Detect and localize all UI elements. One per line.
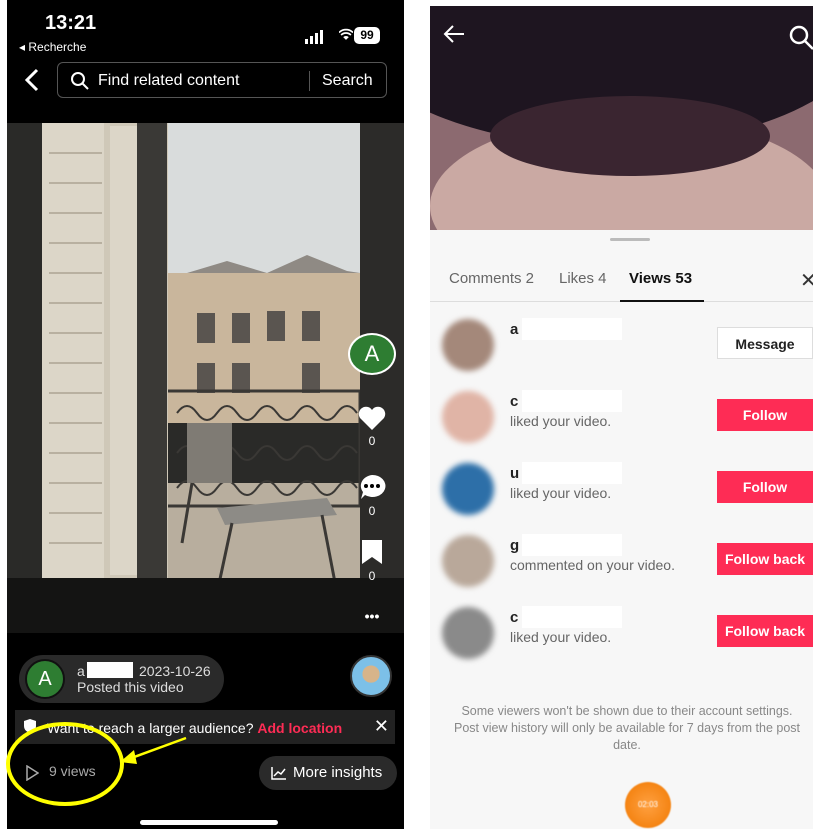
viewer-activity: liked your video.: [510, 629, 612, 645]
like-count: 0: [368, 434, 376, 448]
post-author-bar[interactable]: A a 2023-10-26 Posted this video: [19, 655, 224, 703]
viewer-activity: liked your video.: [510, 413, 612, 429]
save-button[interactable]: 0: [355, 538, 389, 583]
viewer-username: c: [510, 609, 519, 626]
floating-timer-button[interactable]: 02:03: [625, 782, 671, 828]
status-time: 13:21: [45, 12, 97, 34]
search-divider: [309, 71, 310, 91]
search-box[interactable]: Find related content Search: [57, 62, 387, 98]
video-player[interactable]: [7, 123, 404, 633]
highlight-circle: [6, 722, 124, 806]
back-arrow-icon[interactable]: [442, 24, 466, 44]
viewer-activity: liked your video.: [510, 485, 612, 501]
viewer-row[interactable]: c liked your video. Follow back: [430, 603, 813, 663]
viewer-row[interactable]: a Message: [430, 315, 813, 375]
redaction-box: [522, 534, 622, 556]
viewer-avatar[interactable]: [442, 535, 494, 587]
tab-views[interactable]: Views 53: [629, 270, 692, 287]
wifi-icon: [339, 28, 353, 40]
close-icon[interactable]: ✕: [800, 268, 813, 293]
viewer-username: a: [510, 321, 519, 338]
back-to-app-link[interactable]: ◂ Recherche: [19, 40, 86, 54]
search-icon: [71, 72, 89, 90]
viewer-username: g: [510, 537, 520, 554]
author-username: a: [77, 663, 85, 679]
engagement-sheet: Comments 2 Likes 4 Views 53 ✕ a Message c l…: [430, 230, 813, 829]
more-insights-button[interactable]: More insights: [259, 756, 397, 790]
viewer-avatar[interactable]: [442, 463, 494, 515]
video-frame-image: [7, 123, 404, 633]
post-caption: Posted this video: [77, 679, 184, 695]
redaction-box: [87, 662, 133, 678]
viewer-avatar[interactable]: [442, 391, 494, 443]
tab-comments[interactable]: Comments 2: [449, 270, 534, 287]
sound-disc-icon[interactable]: [350, 655, 392, 697]
back-chevron-icon[interactable]: [21, 67, 43, 93]
video-preview-image: [430, 6, 813, 230]
signal-icon: [305, 30, 323, 44]
more-options-button[interactable]: •••: [355, 608, 389, 624]
more-insights-label: More insights: [293, 764, 383, 781]
follow-back-button[interactable]: Follow back: [717, 543, 813, 575]
bookmark-icon: [362, 540, 382, 564]
redaction-box: [522, 606, 622, 628]
add-location-link[interactable]: Add location: [257, 720, 342, 736]
search-input[interactable]: Find related content: [98, 72, 239, 90]
post-date: 2023-10-26: [139, 663, 211, 679]
active-tab-indicator: [620, 300, 704, 302]
viewer-row[interactable]: g commented on your video. Follow back: [430, 531, 813, 591]
follow-button[interactable]: Follow: [717, 399, 813, 431]
left-phone-screen: 13:21 ◂ Recherche 99 Find related conten…: [7, 0, 404, 829]
viewer-avatar[interactable]: [442, 319, 494, 371]
viewer-row[interactable]: u liked your video. Follow: [430, 459, 813, 519]
comment-count: 0: [368, 504, 376, 518]
comment-icon: [360, 474, 386, 499]
viewer-activity: commented on your video.: [510, 557, 675, 573]
home-indicator: [140, 820, 278, 825]
message-button[interactable]: Message: [717, 327, 813, 359]
redaction-box: [522, 318, 622, 340]
tab-likes[interactable]: Likes 4: [559, 270, 607, 287]
status-bar: 13:21 ◂ Recherche 99: [7, 0, 404, 58]
viewer-avatar[interactable]: [442, 607, 494, 659]
drag-handle[interactable]: [610, 238, 650, 241]
search-button[interactable]: Search: [322, 72, 373, 90]
close-icon[interactable]: ✕: [374, 716, 389, 737]
author-avatar: A: [25, 659, 65, 699]
engagement-tabs: Comments 2 Likes 4 Views 53 ✕: [430, 260, 813, 302]
follow-button[interactable]: Follow: [717, 471, 813, 503]
battery-indicator: 99: [354, 27, 380, 44]
viewer-username: c: [510, 393, 519, 410]
viewer-row[interactable]: c liked your video. Follow: [430, 387, 813, 447]
right-phone-screen: Comments 2 Likes 4 Views 53 ✕ a Message c l…: [430, 6, 813, 829]
comment-button[interactable]: 0: [355, 473, 389, 518]
search-row: Find related content Search: [7, 58, 404, 102]
save-count: 0: [368, 569, 376, 583]
search-icon[interactable]: [788, 24, 813, 50]
privacy-note: Some viewers won't be shown due to their…: [454, 704, 800, 752]
video-preview: [430, 6, 813, 230]
like-button[interactable]: 0: [355, 405, 389, 448]
creator-avatar[interactable]: A: [348, 333, 396, 375]
chart-icon: [271, 767, 286, 780]
viewer-username: u: [510, 465, 520, 482]
follow-back-button[interactable]: Follow back: [717, 615, 813, 647]
redaction-box: [522, 462, 622, 484]
heart-icon: [358, 406, 386, 430]
redaction-box: [522, 390, 622, 412]
